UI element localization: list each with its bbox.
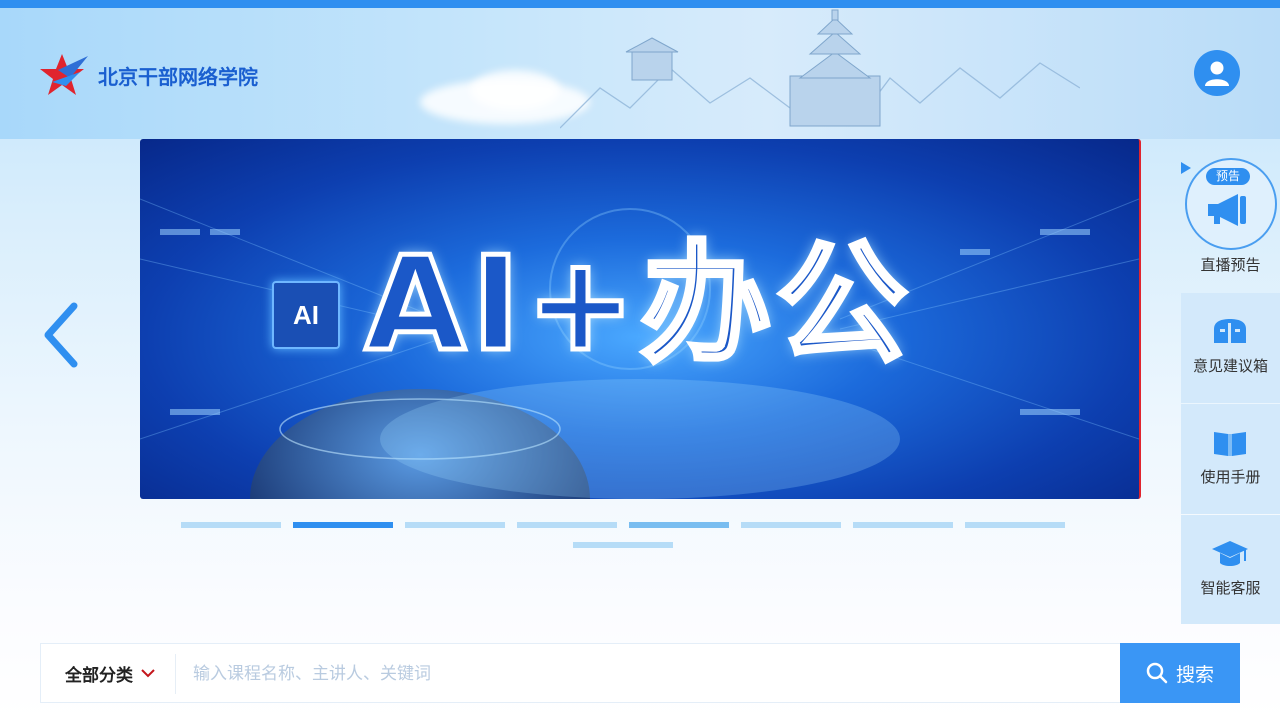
mailbox-icon <box>1212 317 1248 347</box>
book-icon <box>1212 428 1248 458</box>
side-item-customer-service[interactable]: 智能客服 <box>1181 515 1280 624</box>
carousel-dot[interactable] <box>573 542 673 548</box>
search-bar: 全部分类 搜索 <box>40 643 1240 703</box>
carousel-dot[interactable] <box>629 522 729 528</box>
landmark-illustration <box>560 9 1080 129</box>
top-accent-bar <box>0 0 1280 8</box>
user-avatar-button[interactable] <box>1194 50 1240 96</box>
category-dropdown[interactable]: 全部分类 <box>41 644 175 702</box>
search-icon <box>1146 662 1168 684</box>
carousel-dot[interactable] <box>741 522 841 528</box>
carousel-dot[interactable] <box>405 522 505 528</box>
side-item-feedback[interactable]: 意见建议箱 <box>1181 293 1280 403</box>
chevron-down-icon <box>141 669 155 678</box>
search-button-label: 搜索 <box>1175 663 1214 686</box>
side-item-manual[interactable]: 使用手册 <box>1181 404 1280 514</box>
cloud-decoration <box>470 70 560 110</box>
live-preview-widget[interactable]: 预告 直播预告 <box>1181 158 1280 294</box>
banner-title: AI+办公 <box>363 228 913 380</box>
ai-badge: AI <box>272 281 340 349</box>
graduation-cap-icon <box>1212 539 1248 569</box>
carousel-dot-active[interactable] <box>293 522 393 528</box>
banner-carousel[interactable]: AI AI+办公 <box>140 139 1141 499</box>
category-label: 全部分类 <box>65 665 133 686</box>
user-icon <box>1205 61 1229 86</box>
live-preview-tag: 预告 <box>1206 168 1250 185</box>
play-triangle-icon <box>1181 162 1191 174</box>
search-input[interactable] <box>191 652 1115 696</box>
megaphone-icon <box>1208 194 1246 226</box>
star-logo-icon <box>40 54 88 95</box>
divider <box>175 654 176 694</box>
carousel-dot[interactable] <box>965 522 1065 528</box>
site-title: 北京干部网络学院 <box>98 64 258 89</box>
side-item-label: 使用手册 <box>1200 468 1261 486</box>
carousel-dot[interactable] <box>517 522 617 528</box>
side-item-label: 意见建议箱 <box>1192 357 1268 375</box>
header: 北京干部网络学院 <box>0 8 1280 139</box>
site-logo[interactable]: 北京干部网络学院 <box>40 52 258 98</box>
prev-slide-arrow-icon[interactable] <box>40 300 80 370</box>
live-preview-label: 直播预告 <box>1200 256 1261 274</box>
carousel-dot[interactable] <box>853 522 953 528</box>
carousel-dot[interactable] <box>181 522 281 528</box>
side-item-label: 智能客服 <box>1200 579 1261 597</box>
search-button[interactable]: 搜索 <box>1120 643 1240 703</box>
